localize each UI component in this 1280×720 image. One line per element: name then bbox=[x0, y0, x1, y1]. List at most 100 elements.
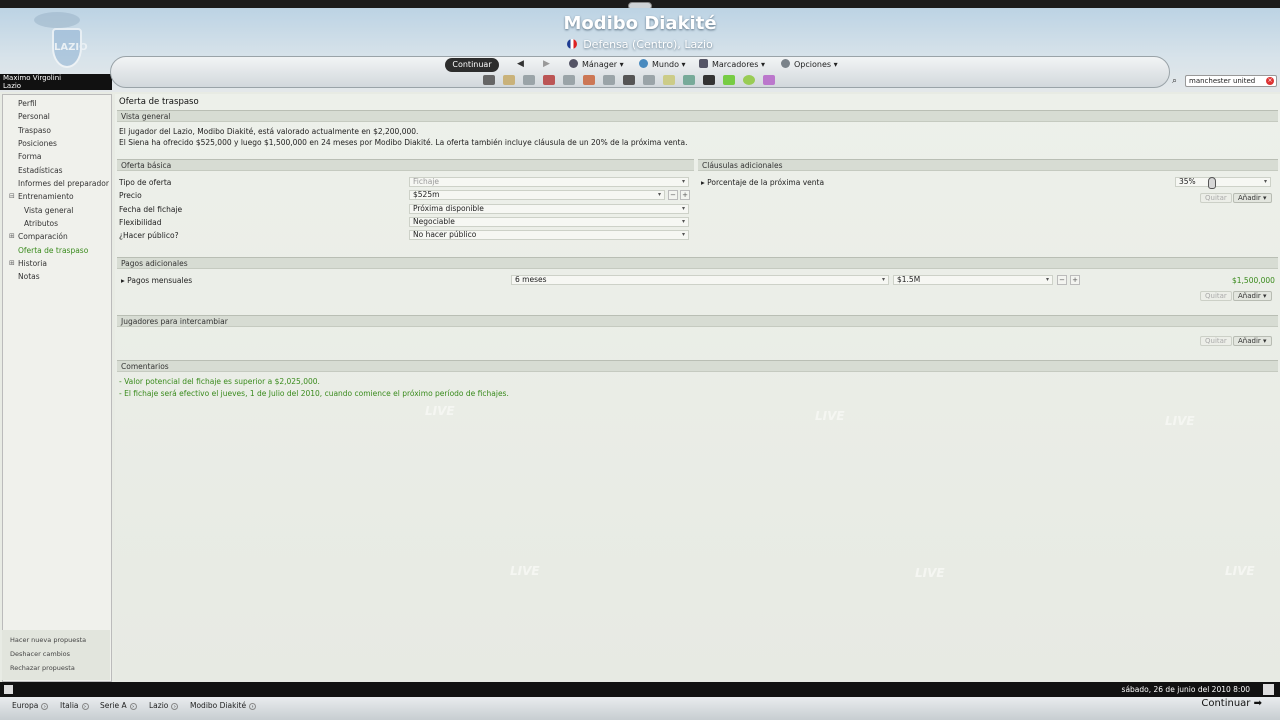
price-decrease-button[interactable]: − bbox=[668, 190, 678, 200]
notes-icon[interactable] bbox=[663, 75, 675, 85]
menu-manager[interactable]: Mánager ▾ bbox=[569, 58, 624, 72]
price-increase-button[interactable]: + bbox=[680, 190, 690, 200]
expand-icon[interactable]: ⊞ bbox=[9, 232, 15, 240]
price-select[interactable]: $525m ▾ bbox=[409, 190, 665, 200]
monthly-payments-label: Pagos mensuales bbox=[127, 276, 193, 285]
background-watermark: LIVE bbox=[510, 564, 540, 578]
tactics-icon[interactable] bbox=[563, 75, 575, 85]
green-icon[interactable] bbox=[723, 75, 735, 85]
menu-mundo-label: Mundo bbox=[652, 60, 680, 69]
monthly-payments-row[interactable]: ▸ Pagos mensuales bbox=[121, 276, 192, 285]
sidebar-item-notas[interactable]: Notas bbox=[18, 272, 40, 281]
chevron-down-icon: ▾ bbox=[1045, 276, 1049, 283]
breadcrumb-serie-a[interactable]: Serie A › bbox=[100, 701, 137, 710]
menu-mundo[interactable]: Mundo ▾ bbox=[639, 58, 686, 72]
breadcrumb-italia[interactable]: Italia › bbox=[60, 701, 89, 710]
offer-type-select[interactable]: Fichaje ▾ bbox=[409, 177, 689, 187]
section-header-clauses: Cláusulas adicionales bbox=[698, 159, 1278, 171]
section-header-comments: Comentarios bbox=[117, 360, 1278, 372]
swap-add-label: Añadir bbox=[1238, 337, 1261, 345]
background-watermark: LIVE bbox=[1225, 564, 1255, 578]
menu-opciones[interactable]: Opciones ▾ bbox=[781, 58, 838, 72]
globe-icon bbox=[639, 59, 648, 68]
search-icon[interactable]: ⌕ bbox=[1172, 76, 1177, 86]
background-watermark: LIVE bbox=[815, 409, 845, 423]
payments-add-label: Añadir bbox=[1238, 292, 1261, 300]
inbox-icon[interactable] bbox=[503, 75, 515, 85]
sidebar-item-atributos[interactable]: Atributos bbox=[24, 219, 58, 228]
sidebar-item-traspaso[interactable]: Traspaso bbox=[18, 126, 51, 135]
sidebar-item-historia[interactable]: Historia bbox=[18, 259, 47, 268]
shortcut-icons bbox=[483, 75, 783, 87]
menu-marcadores[interactable]: Marcadores ▾ bbox=[699, 58, 765, 72]
search-input[interactable]: manchester united × bbox=[1185, 75, 1277, 87]
swap-remove-button[interactable]: Quitar bbox=[1200, 336, 1232, 346]
sidebar-item-posiciones[interactable]: Posiciones bbox=[18, 139, 57, 148]
clause-row[interactable]: ▸ Porcentaje de la próxima venta bbox=[701, 178, 824, 187]
sidebar-item-perfil[interactable]: Perfil bbox=[18, 99, 37, 108]
clause-remove-button[interactable]: Quitar bbox=[1200, 193, 1232, 203]
breadcrumb-lazio[interactable]: Lazio › bbox=[149, 701, 179, 710]
make-public-select[interactable]: No hacer público ▾ bbox=[409, 230, 689, 240]
arrow-right-icon: ➡ bbox=[1253, 698, 1262, 709]
squad-icon[interactable] bbox=[523, 75, 535, 85]
undo-changes-button[interactable]: Deshacer cambios bbox=[10, 650, 70, 658]
bottom-continue-button[interactable]: Continuar ➡ bbox=[1201, 698, 1262, 709]
help-icon[interactable] bbox=[743, 75, 755, 85]
monthly-increase-button[interactable]: + bbox=[1070, 275, 1080, 285]
clear-search-icon[interactable]: × bbox=[1266, 77, 1274, 85]
reject-proposal-button[interactable]: Rechazar propuesta bbox=[10, 664, 75, 672]
sidebar-item-personal[interactable]: Personal bbox=[18, 112, 50, 121]
finance-icon[interactable] bbox=[623, 75, 635, 85]
new-proposal-button[interactable]: Hacer nueva propuesta bbox=[10, 636, 86, 644]
monthly-decrease-button[interactable]: − bbox=[1057, 275, 1067, 285]
chevron-right-icon: › bbox=[41, 703, 49, 710]
sidebar-item-forma[interactable]: Forma bbox=[18, 152, 42, 161]
expand-icon[interactable]: ⊞ bbox=[9, 259, 15, 267]
back-arrow-icon[interactable]: ◀ bbox=[517, 59, 524, 69]
swap-add-button[interactable]: Añadir ▾ bbox=[1233, 336, 1272, 346]
window-icon[interactable] bbox=[4, 685, 13, 694]
chevron-right-icon: › bbox=[129, 703, 137, 710]
forward-arrow-icon[interactable]: ▶ bbox=[543, 59, 550, 69]
breadcrumb-label: Lazio bbox=[149, 701, 169, 710]
sidebar-item-estadisticas[interactable]: Estadísticas bbox=[18, 166, 63, 175]
breadcrumb-label: Italia bbox=[60, 701, 79, 710]
game-date: sábado, 26 de junio del 2010 8:00 bbox=[1121, 685, 1250, 694]
breadcrumb-player[interactable]: Modibo Diakité › bbox=[190, 701, 257, 710]
transfer-date-select[interactable]: Próxima disponible ▾ bbox=[409, 204, 689, 214]
sidebar-item-informes[interactable]: Informes del preparador bbox=[18, 179, 109, 188]
collapse-icon[interactable]: ⊟ bbox=[9, 192, 15, 200]
clause-percentage-select[interactable]: 35% ▾ bbox=[1175, 177, 1271, 187]
home-icon[interactable] bbox=[483, 75, 495, 85]
manager-info[interactable]: Maximo Virgolini Lazio bbox=[0, 74, 112, 90]
continue-button[interactable]: Continuar bbox=[445, 58, 499, 72]
flexibility-select[interactable]: Negociable ▾ bbox=[409, 217, 689, 227]
payments-remove-button[interactable]: Quitar bbox=[1200, 291, 1232, 301]
sidebar-item-entrenamiento[interactable]: Entrenamiento bbox=[18, 192, 74, 201]
price-value: $525m bbox=[413, 190, 440, 199]
clause-add-button[interactable]: Añadir ▾ bbox=[1233, 193, 1272, 203]
sidebar-item-comparacion[interactable]: Comparación bbox=[18, 232, 68, 241]
player-position-club: Defensa (Centro), Lazio bbox=[583, 38, 713, 51]
navigation-bar: Continuar ◀ ▶ Mánager ▾ Mundo ▾ Marcador… bbox=[110, 56, 1170, 88]
payments-add-button[interactable]: Añadir ▾ bbox=[1233, 291, 1272, 301]
clause-label: Porcentaje de la próxima venta bbox=[707, 178, 825, 187]
binoculars-icon[interactable] bbox=[703, 75, 715, 85]
menu-marcadores-label: Marcadores bbox=[712, 60, 759, 69]
mouse-cursor-icon bbox=[1208, 177, 1216, 189]
transfers-icon[interactable] bbox=[583, 75, 595, 85]
sidebar-item-oferta-traspaso[interactable]: Oferta de traspaso bbox=[18, 246, 88, 255]
calendar-icon[interactable] bbox=[1263, 684, 1274, 695]
calendar-icon[interactable] bbox=[543, 75, 555, 85]
trophy-icon[interactable] bbox=[603, 75, 615, 85]
monthly-months-select[interactable]: 6 meses ▾ bbox=[511, 275, 889, 285]
breadcrumb-europa[interactable]: Europa › bbox=[12, 701, 49, 710]
monthly-amount-select[interactable]: $1.5M ▾ bbox=[893, 275, 1053, 285]
purple-icon[interactable] bbox=[763, 75, 775, 85]
background-watermark: LIVE bbox=[425, 404, 455, 418]
background-watermark: LIVE bbox=[1165, 414, 1195, 428]
scout-icon[interactable] bbox=[683, 75, 695, 85]
sidebar-item-vista-general[interactable]: Vista general bbox=[24, 206, 73, 215]
refresh-icon[interactable] bbox=[643, 75, 655, 85]
